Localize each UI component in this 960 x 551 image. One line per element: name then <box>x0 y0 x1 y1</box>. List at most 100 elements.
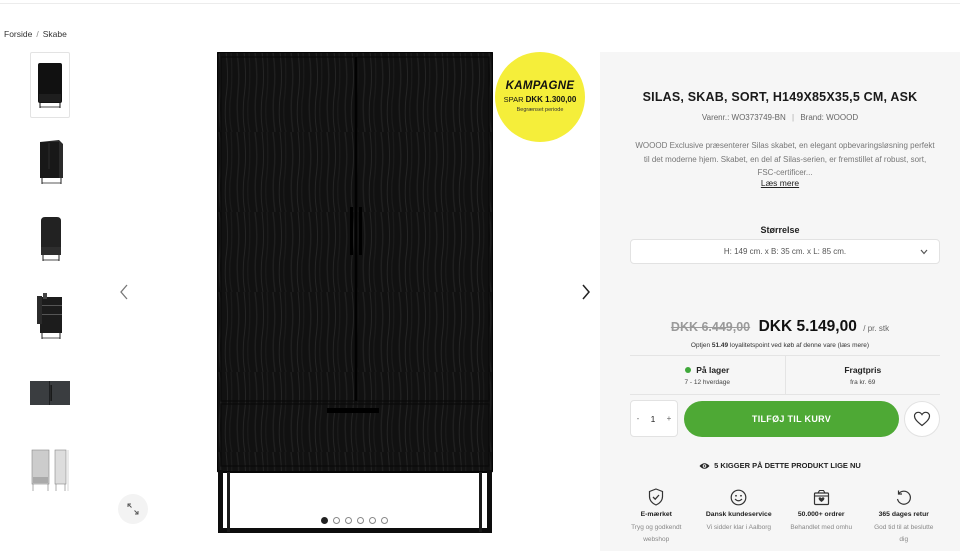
loyalty-suffix: loyalitetspoint ved køb af denne vare (l… <box>729 342 870 349</box>
usp-title: Dansk kundeservice <box>705 511 772 518</box>
chevron-left-icon <box>120 284 128 300</box>
cabinet-angle-thumbnail-image <box>40 140 63 184</box>
wishlist-button[interactable] <box>904 401 940 437</box>
thumbnail-front-closed[interactable] <box>30 52 70 118</box>
size-label: Størrelse <box>760 225 800 235</box>
shipping-title: Fragtpris <box>844 365 882 375</box>
usp-line: Behandlet med omhu <box>790 524 853 531</box>
previous-image-button[interactable] <box>116 284 132 300</box>
smiley-icon <box>730 489 747 506</box>
usp-item: 365 dages retur God tid til at beslutte … <box>863 486 946 546</box>
shipping-price: Fragtpris fra kr. 69 <box>784 356 941 394</box>
thumbnail-angle-view[interactable] <box>30 129 70 195</box>
usp-subtitle: Tryg og godkendt webshop <box>615 522 698 546</box>
usp-title: E-mærket <box>640 511 672 518</box>
usp-line: webshop <box>643 536 670 543</box>
dimensions-thumbnail-image <box>31 449 69 491</box>
price-unit: / pr. stk <box>863 324 890 333</box>
description-line: til det moderne hjem. Skabet, en del af … <box>643 154 927 164</box>
handle-detail-thumbnail-image <box>30 381 70 405</box>
stock-title: På lager <box>696 365 730 375</box>
product-title: SILAS, SKAB, SORT, H149X85X35,5 CM, ASK <box>642 90 918 104</box>
chevron-down-icon <box>920 249 928 255</box>
expand-icon <box>127 503 139 515</box>
loyalty-prefix: Optjen <box>690 342 711 349</box>
carousel-dot[interactable] <box>333 517 340 524</box>
cabinet-open-thumbnail-image <box>37 293 62 339</box>
main-product-image[interactable] <box>216 51 494 534</box>
shipping-subtitle: fra kr. 69 <box>850 379 876 386</box>
viewers-text: 5 KIGGER PÅ DETTE PRODUKT LIGE NU <box>714 461 861 470</box>
campaign-save: SPAR DKK 1.300,00 <box>495 95 585 104</box>
usp-title: 365 dages retur <box>878 511 929 518</box>
usp-title: 50.000+ ordrer <box>797 511 845 518</box>
breadcrumb: Forside / Skabe <box>4 29 67 39</box>
sku-label: Varenr.: WO373749-BN <box>701 113 786 122</box>
carousel-dot[interactable] <box>357 517 364 524</box>
box-heart-icon <box>813 489 829 506</box>
usp-item: 50.000+ ordrer Behandlet med omhu <box>780 486 863 546</box>
read-more-link[interactable]: Læs mere <box>600 178 960 188</box>
thumbnail-open-view[interactable] <box>30 283 70 349</box>
thumbnail-detail-handle[interactable] <box>30 360 70 426</box>
cabinet-front-thumbnail-image <box>38 63 62 108</box>
usp-item: Dansk kundeservice Vi sidder klar i Aalb… <box>698 486 781 546</box>
live-viewers-notice: 5 KIGGER PÅ DETTE PRODUKT LIGE NU <box>600 461 960 470</box>
usp-subtitle: Behandlet med omhu <box>780 522 863 534</box>
campaign-save-amount: DKK 1.300,00 <box>525 95 577 104</box>
top-bar <box>0 0 960 4</box>
carousel-dots <box>321 517 388 524</box>
chevron-right-icon <box>582 284 590 300</box>
usp-line: dig <box>899 536 909 543</box>
breadcrumb-category-link[interactable]: Skabe <box>43 29 67 39</box>
cabinet-side-thumbnail-image <box>41 217 61 261</box>
product-meta: Varenr.: WO373749-BN | Brand: WOOOD <box>600 113 960 122</box>
thumbnail-side-view[interactable] <box>30 206 70 272</box>
in-stock-indicator-icon <box>685 367 692 373</box>
usp-list: E-mærket Tryg og godkendt webshop Dansk … <box>615 486 945 546</box>
usp-subtitle: Vi sidder klar i Aalborg <box>698 522 781 534</box>
zoom-button[interactable] <box>118 494 148 524</box>
product-info-panel: SILAS, SKAB, SORT, H149X85X35,5 CM, ASK … <box>600 52 960 551</box>
campaign-badge: KAMPAGNE SPAR DKK 1.300,00 Begrænset per… <box>495 52 585 142</box>
quantity-decrease-button[interactable]: - <box>637 414 640 423</box>
brand-label: Brand: WOOOD <box>800 113 859 122</box>
stock-delivery-time: 7 - 12 hverdage <box>684 379 731 386</box>
quantity-stepper: - 1 + <box>630 400 678 437</box>
size-select[interactable]: H: 149 cm. x B: 35 cm. x L: 85 cm. <box>630 239 940 264</box>
breadcrumb-separator: / <box>36 29 39 39</box>
price-row: DKK 6.449,00 DKK 5.149,00 / pr. stk <box>600 318 960 336</box>
usp-line: God tid til at beslutte <box>874 524 934 531</box>
usp-item: E-mærket Tryg og godkendt webshop <box>615 486 698 546</box>
stock-status: På lager 7 - 12 hverdage <box>630 356 785 394</box>
current-price: DKK 5.149,00 <box>758 318 857 335</box>
campaign-save-prefix: SPAR <box>503 95 524 104</box>
breadcrumb-home-link[interactable]: Forside <box>4 29 32 39</box>
carousel-dot[interactable] <box>381 517 388 524</box>
description-line: WOOOD Exclusive præsenterer Silas skabet… <box>635 141 935 150</box>
usp-subtitle: God tid til at beslutte dig <box>863 522 946 546</box>
campaign-title: KAMPAGNE <box>505 80 575 92</box>
usp-line: Tryg og godkendt <box>631 524 682 531</box>
loyalty-points: 51.49 <box>711 342 729 349</box>
campaign-note: Begrænset periode <box>516 107 564 113</box>
stock-shipping-box: På lager 7 - 12 hverdage Fragtpris fra k… <box>630 355 940 395</box>
quantity-input[interactable]: 1 <box>651 414 656 424</box>
carousel-dot[interactable] <box>369 517 376 524</box>
loyalty-points-text: Optjen 51.49 loyalitetspoint ved køb af … <box>600 342 960 349</box>
carousel-dot[interactable] <box>345 517 352 524</box>
cabinet-image <box>216 51 494 533</box>
thumbnail-dimensions-drawing[interactable] <box>30 437 70 503</box>
add-to-cart-button[interactable]: TILFØJ TIL KURV <box>684 401 899 437</box>
product-description: WOOOD Exclusive præsenterer Silas skabet… <box>626 139 944 180</box>
meta-separator: | <box>792 113 795 122</box>
return-arrow-icon <box>897 490 912 505</box>
next-image-button[interactable] <box>578 284 594 300</box>
heart-icon <box>913 411 931 427</box>
shield-check-icon <box>649 488 664 506</box>
size-selected-value: H: 149 cm. x B: 35 cm. x L: 85 cm. <box>723 247 847 256</box>
carousel-dot[interactable] <box>321 517 328 524</box>
old-price: DKK 6.449,00 <box>670 320 751 334</box>
eye-icon <box>699 462 710 469</box>
quantity-increase-button[interactable]: + <box>667 414 672 423</box>
